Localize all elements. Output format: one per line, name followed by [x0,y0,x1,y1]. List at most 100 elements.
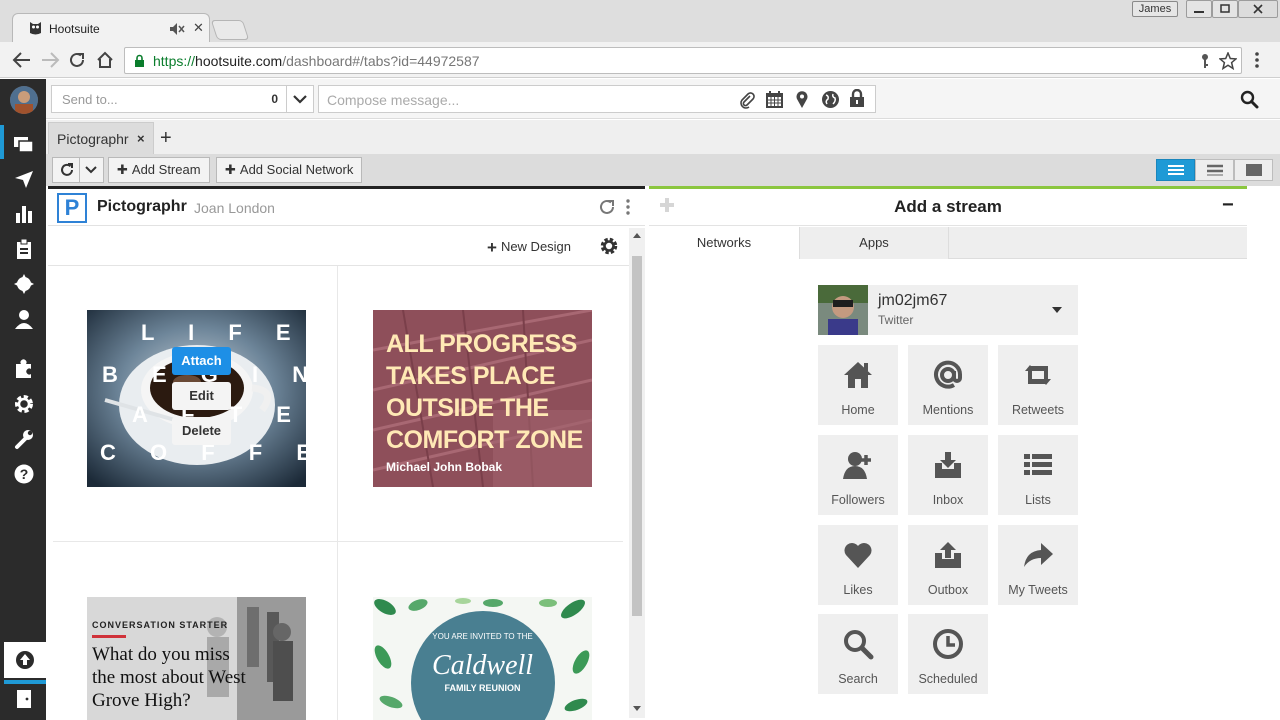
close-tab-icon[interactable]: × [137,131,145,146]
account-selector[interactable]: jm02jm67 Twitter [818,285,1078,335]
minimize-button[interactable] [1186,0,1212,18]
chevron-down-icon[interactable] [84,163,98,177]
edit-button[interactable]: Edit [172,382,231,410]
targeting-globe-icon[interactable] [821,90,840,109]
tile-label: Mentions [922,403,974,417]
add-tab-button[interactable]: + [160,127,172,150]
stream-type-followers[interactable]: Followers [818,435,898,515]
compose-message-field[interactable]: Compose message... [318,85,876,113]
settings-gear-icon[interactable] [13,393,35,415]
close-window-button[interactable] [1238,0,1278,18]
gear-icon[interactable] [600,237,618,255]
contacts-person-icon[interactable] [13,308,35,330]
tile-label: Retweets [1011,403,1065,417]
schedule-calendar-icon[interactable] [765,90,784,109]
send-to-placeholder: Send to... [62,92,118,107]
stream-type-inbox[interactable]: Inbox [908,435,988,515]
restore-button[interactable] [1212,0,1238,18]
stream-type-outbox[interactable]: Outbox [908,525,988,605]
browser-tab[interactable]: Hootsuite ✕ [12,13,210,43]
tile-label: Home [841,403,875,417]
analytics-icon[interactable] [13,203,35,225]
app-directory-puzzle-icon[interactable] [13,358,35,380]
scroll-up-arrow-icon[interactable] [632,231,642,239]
stream-type-my-tweets[interactable]: My Tweets [998,525,1078,605]
delete-button[interactable]: Delete [172,417,231,445]
stream-type-home[interactable]: Home [818,345,898,425]
stream-type-scheduled[interactable]: Scheduled [908,614,988,694]
stream-type-likes[interactable]: Likes [818,525,898,605]
refresh-dropdown-button[interactable] [52,157,104,183]
stream-type-mentions[interactable]: Mentions [908,345,988,425]
tab-networks[interactable]: Networks [649,227,799,259]
scroll-down-arrow-icon[interactable] [632,705,642,713]
forward-arrow-icon[interactable] [40,51,60,69]
stream-type-retweets[interactable]: Retweets [998,345,1078,425]
close-tab-icon[interactable]: ✕ [193,20,204,36]
view-compact-button[interactable] [1156,159,1195,181]
url-field[interactable]: https://hootsuite.com/dashboard#/tabs?id… [124,47,1242,74]
location-pin-icon[interactable] [795,90,809,109]
view-wide-button[interactable] [1234,159,1273,181]
nav-bottom-accent [4,680,46,684]
hootsuite-favicon-icon [29,21,42,35]
tile-label: My Tweets [1008,583,1068,597]
caret-down-icon[interactable] [1052,307,1062,313]
bookmark-star-icon[interactable] [1219,52,1237,70]
url-host: hootsuite.com [195,53,283,69]
tile-label: Followers [831,493,885,507]
stream-title: Pictographr [97,198,187,215]
attach-button[interactable]: Attach [172,347,231,375]
quote-text: ALL PROGRESS TAKES PLACE OUTSIDE THE COM… [386,330,583,454]
tools-wrench-icon[interactable] [13,428,35,450]
campaigns-badge-icon[interactable] [13,273,35,295]
new-design-button[interactable]: + New Design [487,238,571,258]
plus-icon: ✚ [117,162,128,177]
publisher-send-icon[interactable] [13,168,35,190]
privacy-lock-icon[interactable] [849,89,865,108]
search-icon [842,628,874,660]
add-stream-button[interactable]: ✚ Add Stream [108,157,210,183]
tile-label: Scheduled [918,672,978,686]
quote-author: Michael John Bobak [386,460,503,474]
assignments-clipboard-icon[interactable] [13,238,35,260]
muted-speaker-icon[interactable] [169,22,185,36]
stream-type-lists[interactable]: Lists [998,435,1078,515]
add-social-network-button[interactable]: ✚ Add Social Network [216,157,363,183]
help-question-icon[interactable]: ? [13,463,35,485]
view-medium-button[interactable] [1195,159,1234,181]
logout-door-icon[interactable] [13,688,35,710]
invite-text: YOU ARE INVITED TO THE [432,632,533,641]
tab-pictographr[interactable]: Pictographr × [48,122,154,154]
home-page-icon[interactable] [95,50,115,70]
back-arrow-icon[interactable] [12,51,32,69]
avatar[interactable] [10,86,38,114]
invite-event: FAMILY REUNION [444,683,521,693]
search-icon[interactable] [1240,90,1259,109]
scrollbar-thumb[interactable] [632,256,642,616]
refresh-icon[interactable] [59,162,75,178]
profile-picker-dropdown[interactable] [286,85,314,113]
browser-menu-icon[interactable] [1254,51,1260,69]
collapse-panel-button[interactable]: − [1222,194,1234,217]
streams-icon[interactable] [13,133,35,155]
refresh-stream-icon[interactable] [598,198,616,216]
add-user-icon [842,449,874,481]
url-path: /dashboard#/tabs?id=44972587 [282,53,480,69]
design-card-conversation-starter[interactable]: CONVERSATION STARTER What do you miss th… [87,597,306,720]
new-tab-button[interactable] [210,20,250,40]
attachment-paperclip-icon[interactable] [738,91,756,109]
reload-icon[interactable] [68,51,86,69]
tile-label: Outbox [927,583,969,597]
add-stream-label: Add Stream [131,162,201,177]
stream-menu-icon[interactable] [625,198,631,216]
new-design-label: New Design [500,239,572,254]
design-card-family-reunion[interactable]: YOU ARE INVITED TO THE Caldwell FAMILY R… [373,597,592,720]
upgrade-button[interactable] [4,642,46,678]
tab-apps[interactable]: Apps [799,227,949,259]
key-icon[interactable] [1199,53,1211,69]
design-card-comfort-zone[interactable]: ALL PROGRESS TAKES PLACE OUTSIDE THE COM… [373,310,592,487]
profile-badge[interactable]: James [1132,1,1178,17]
send-to-field[interactable]: Send to... 0 [51,85,287,113]
stream-type-search[interactable]: Search [818,614,898,694]
